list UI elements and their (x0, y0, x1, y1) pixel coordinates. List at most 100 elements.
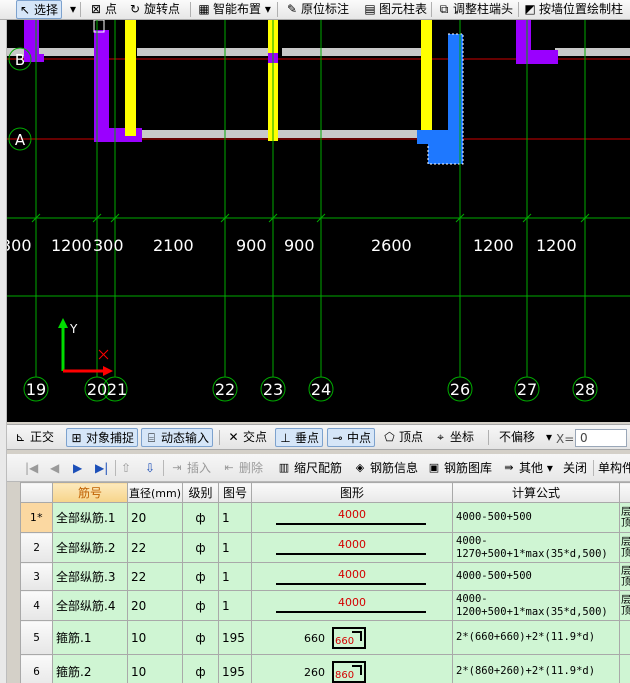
figure-no-cell[interactable]: 195 (218, 654, 252, 683)
bar-name-cell[interactable]: 全部纵筋.1 (52, 502, 128, 533)
column-yellow[interactable] (125, 20, 136, 136)
delete-button[interactable]: ⇤ 删除 (221, 459, 263, 477)
column-table-button[interactable]: ▤ 图元柱表 (362, 0, 427, 19)
rebar-info-button[interactable]: ◈ 钢筋信息 (352, 459, 418, 477)
figure-no-cell[interactable]: 1 (218, 532, 252, 563)
bar-name-cell[interactable]: 全部纵筋.2 (52, 532, 128, 563)
midpoint-snap[interactable]: ⊸ 中点 (327, 428, 376, 447)
dynamic-input-toggle[interactable]: ⌸ 动态输入 (141, 428, 214, 447)
extra-cell[interactable]: 层顶 (619, 590, 630, 621)
extra-cell[interactable] (619, 620, 630, 655)
diameter-cell[interactable]: 10 (127, 620, 183, 655)
wall-segment[interactable] (555, 48, 630, 56)
formula-cell[interactable]: 2*(660+660)+2*(11.9*d) (452, 620, 620, 655)
move-up-button[interactable]: ⇧ (121, 459, 131, 477)
drawing-svg[interactable]: 300 1200 300 2100 900 900 2600 1200 1200… (7, 20, 630, 422)
figure-no-cell[interactable]: 195 (218, 620, 252, 655)
move-down-button[interactable]: ⇩ (145, 459, 155, 477)
offset-mode-select[interactable]: 不偏移 ▾ (496, 429, 552, 447)
table-row[interactable]: 4 全部纵筋.4 20 ф 1 4000 4000-1200+500+1*max… (20, 590, 630, 621)
column-purple[interactable] (516, 50, 558, 64)
perpendicular-snap[interactable]: ⊥ 垂点 (275, 428, 324, 447)
column-header-formula[interactable]: 计算公式 (452, 482, 620, 503)
wall-segment[interactable] (142, 130, 427, 138)
grade-cell[interactable]: ф (182, 590, 219, 621)
figure-no-cell[interactable]: 1 (218, 562, 252, 591)
wall-segment[interactable] (137, 48, 272, 56)
select-button[interactable]: ↖ 选择 (16, 0, 63, 19)
table-row[interactable]: 5 箍筋.1 10 ф 195 660 660 2*(660+660)+2*(1… (20, 620, 630, 655)
rebar-library-button[interactable]: ▣ 钢筋图库 (426, 459, 492, 477)
column-yellow[interactable] (421, 20, 432, 132)
table-row[interactable]: 1* 全部纵筋.1 20 ф 1 4000 4000-500+500 层顶 (20, 502, 630, 533)
figure-no-cell[interactable]: 1 (218, 502, 252, 533)
diameter-cell[interactable]: 22 (127, 562, 183, 591)
figure-no-cell[interactable]: 1 (218, 590, 252, 621)
shape-cell[interactable]: 4000 (251, 502, 453, 533)
column-header-diameter[interactable]: 直径(mm) (127, 482, 183, 503)
column-purple[interactable] (94, 30, 109, 142)
first-record-button[interactable]: |◀ (25, 459, 38, 477)
formula-cell[interactable]: 4000-1270+500+1*max(35*d,500) (452, 532, 620, 563)
last-record-button[interactable]: ▶| (95, 459, 108, 477)
scale-rebar-button[interactable]: ▥ 缩尺配筋 (276, 459, 342, 477)
formula-cell[interactable]: 2*(860+260)+2*(11.9*d) (452, 654, 620, 683)
grade-cell[interactable]: ф (182, 562, 219, 591)
single-member-button[interactable]: 单构件 (598, 459, 630, 477)
bar-name-cell[interactable]: 全部纵筋.3 (52, 562, 128, 591)
column-header-extra[interactable] (619, 482, 630, 503)
grade-cell[interactable]: ф (182, 654, 219, 683)
next-record-button[interactable]: ▶ (73, 459, 82, 477)
row-number[interactable]: 2 (20, 532, 53, 563)
bar-name-cell[interactable]: 全部纵筋.4 (52, 590, 128, 621)
intersection-snap[interactable]: ✕ 交点 (224, 428, 270, 447)
shape-cell[interactable]: 4000 (251, 562, 453, 591)
rotate-point-button[interactable]: ↻ 旋转点 (127, 0, 180, 19)
ortho-toggle[interactable]: ⊾ 正交 (11, 428, 57, 447)
diameter-cell[interactable]: 20 (127, 502, 183, 533)
column-header-figure-no[interactable]: 图号 (218, 482, 252, 503)
extra-cell[interactable]: 层顶 (619, 502, 630, 533)
extra-cell[interactable] (619, 654, 630, 683)
formula-cell[interactable]: 4000-500+500 (452, 562, 620, 591)
shape-cell[interactable]: 660 660 (251, 620, 453, 655)
column-header-grade[interactable]: 级别 (182, 482, 219, 503)
table-row[interactable]: 3 全部纵筋.3 22 ф 1 4000 4000-500+500 层顶 (20, 562, 630, 591)
extra-cell[interactable]: 层顶 (619, 562, 630, 591)
coordinate-snap[interactable]: ⌖ 坐标 (431, 428, 477, 447)
bar-name-cell[interactable]: 箍筋.1 (52, 620, 128, 655)
diameter-cell[interactable]: 22 (127, 532, 183, 563)
drawing-canvas[interactable]: 300 1200 300 2100 900 900 2600 1200 1200… (7, 20, 630, 422)
x-coordinate-input[interactable] (575, 429, 627, 447)
adjust-column-end-button[interactable]: ⧉ 调整柱端头 (436, 0, 513, 19)
extra-cell[interactable]: 层顶 (619, 532, 630, 563)
column-header-bar-number[interactable]: 筋号 (52, 482, 128, 503)
point-button[interactable]: ⊠ 点 (88, 0, 117, 19)
vertex-snap[interactable]: ⬠ 顶点 (380, 428, 426, 447)
shape-cell[interactable]: 4000 (251, 590, 453, 621)
grade-cell[interactable]: ф (182, 532, 219, 563)
table-row[interactable]: 2 全部纵筋.2 22 ф 1 4000 4000-1270+500+1*max… (20, 532, 630, 563)
diameter-cell[interactable]: 20 (127, 590, 183, 621)
grade-cell[interactable]: ф (182, 620, 219, 655)
bar-name-cell[interactable]: 箍筋.2 (52, 654, 128, 683)
formula-cell[interactable]: 4000-500+500 (452, 502, 620, 533)
table-row[interactable]: 6 箍筋.2 10 ф 195 260 860 2*(860+260)+2*(1… (20, 654, 630, 683)
row-number[interactable]: 5 (20, 620, 53, 655)
select-dropdown-arrow[interactable]: ▾ (66, 0, 76, 19)
diameter-cell[interactable]: 10 (127, 654, 183, 683)
other-menu-button[interactable]: ⇛ 其他 ▾ (501, 459, 552, 477)
shape-cell[interactable]: 4000 (251, 532, 453, 563)
smart-layout-button[interactable]: ▦ 智能布置 ▾ (196, 0, 271, 19)
grade-cell[interactable]: ф (182, 502, 219, 533)
row-number[interactable]: 1* (20, 502, 53, 533)
object-snap-toggle[interactable]: ⊞ 对象捕捉 (66, 428, 139, 447)
in-situ-annotation-button[interactable]: ✎ 原位标注 (284, 0, 349, 19)
draw-column-by-wall-button[interactable]: ◩ 按墙位置绘制柱 (522, 0, 623, 19)
row-number[interactable]: 4 (20, 590, 53, 621)
shape-cell[interactable]: 260 860 (251, 654, 453, 683)
insert-button[interactable]: ⇥ 插入 (169, 459, 211, 477)
wall-segment[interactable] (37, 48, 102, 56)
row-number[interactable]: 3 (20, 562, 53, 591)
column-header-shape[interactable]: 图形 (251, 482, 453, 503)
